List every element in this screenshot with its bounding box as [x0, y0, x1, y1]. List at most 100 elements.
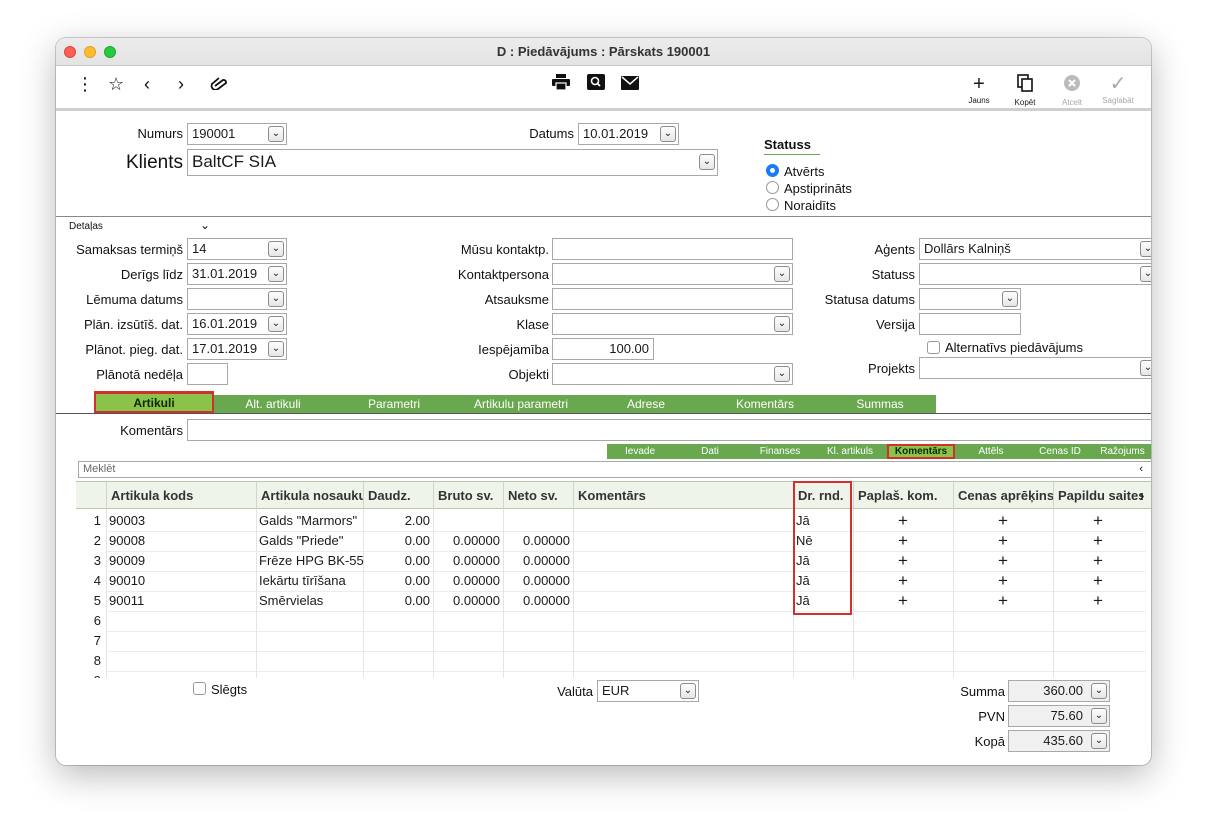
tab-parametri[interactable]: Parametri	[332, 395, 456, 413]
versija-field[interactable]	[919, 313, 1021, 335]
cell-neto[interactable]	[503, 511, 573, 531]
cell-neto[interactable]: 0.00000	[503, 591, 573, 611]
paplas-kom-add-icon[interactable]: +	[853, 531, 953, 551]
col-header[interactable]: Bruto sv.	[433, 482, 503, 510]
cell-kom[interactable]	[573, 571, 793, 591]
cancel-button[interactable]: Atcelt	[1050, 74, 1094, 107]
objekti-field[interactable]: ⌄	[552, 363, 793, 385]
chevron-down-icon[interactable]: ⌄	[680, 683, 696, 699]
alternative-offer-checkbox[interactable]	[927, 341, 940, 354]
iespejamiba-field[interactable]: 100.00	[552, 338, 654, 360]
cell-name[interactable]: Iekārtu tīrīšana	[256, 571, 363, 591]
chevron-down-icon[interactable]: ⌄	[268, 126, 284, 142]
paplas-kom-add-icon[interactable]: +	[853, 571, 953, 591]
subtab-komentars[interactable]: Komentārs	[887, 444, 955, 459]
projekts-field[interactable]: ⌄	[919, 357, 1151, 379]
cell-code[interactable]: 90010	[106, 571, 256, 591]
new-button[interactable]: + Jauns	[957, 74, 1001, 105]
cell-name[interactable]: Galds "Marmors"	[256, 511, 363, 531]
chevron-down-icon[interactable]: ⌄	[268, 291, 284, 307]
chevron-down-icon[interactable]: ⌄	[200, 218, 210, 232]
cell-neto[interactable]: 0.00000	[503, 571, 573, 591]
chevron-down-icon[interactable]: ⌄	[1140, 266, 1151, 282]
cell-kom[interactable]	[573, 511, 793, 531]
print-icon[interactable]	[552, 74, 570, 94]
cell-name[interactable]: Frēze HPG BK-55	[256, 551, 363, 571]
attachment-icon[interactable]	[210, 74, 228, 94]
col-header[interactable]: Neto sv.	[503, 482, 573, 510]
statusa-datums-field[interactable]: ⌄	[919, 288, 1021, 310]
copy-button[interactable]: Kopēt	[1003, 74, 1047, 107]
chevron-down-icon[interactable]: ⌄	[774, 316, 790, 332]
slegts-checkbox[interactable]	[193, 682, 206, 695]
chevron-down-icon[interactable]: ⌄	[268, 241, 284, 257]
tab-alt-artikuli[interactable]: Alt. artikuli	[214, 395, 332, 413]
planot-pieg-dat-field[interactable]: 17.01.2019 ⌄	[187, 338, 287, 360]
kontaktpersona-field[interactable]: ⌄	[552, 263, 793, 285]
col-header[interactable]: Daudz.	[363, 482, 433, 510]
tab-summas[interactable]: Summas	[824, 395, 936, 413]
cell-name[interactable]: Smērvielas	[256, 591, 363, 611]
comment-field[interactable]	[187, 419, 1151, 441]
derigs-lidz-field[interactable]: 31.01.2019 ⌄	[187, 263, 287, 285]
col-header[interactable]: Artikula nosaukums	[256, 482, 363, 510]
subtab-ievade[interactable]: Ievade	[607, 444, 673, 459]
cell-bruto[interactable]	[433, 511, 503, 531]
summa-field[interactable]: 360.00 ⌄	[1008, 680, 1110, 702]
paplas-kom-add-icon[interactable]: +	[853, 551, 953, 571]
cell-name[interactable]: Galds "Priede"	[256, 531, 363, 551]
numurs-field[interactable]: 190001 ⌄	[187, 123, 287, 145]
email-icon[interactable]	[621, 74, 639, 94]
cell-code[interactable]: 90003	[106, 511, 256, 531]
details-section-label[interactable]: Detaļas	[69, 221, 103, 232]
planota-nedela-field[interactable]	[187, 363, 228, 385]
cell-qty[interactable]: 0.00	[363, 571, 433, 591]
cell-qty[interactable]: 0.00	[363, 551, 433, 571]
cell-neto[interactable]: 0.00000	[503, 531, 573, 551]
col-header[interactable]: Artikula kods	[106, 482, 256, 510]
cell-kom[interactable]	[573, 531, 793, 551]
chevron-right-icon[interactable]: ›	[178, 74, 184, 94]
subtab-kl-artikuls[interactable]: Kl. artikuls	[813, 444, 887, 459]
col-header[interactable]: Komentārs	[573, 482, 793, 510]
chevron-down-icon[interactable]: ⌄	[774, 266, 790, 282]
kopa-field[interactable]: 435.60 ⌄	[1008, 730, 1110, 752]
status-radio-atverts[interactable]	[766, 164, 779, 177]
cell-kom[interactable]	[573, 551, 793, 571]
subtab-dati[interactable]: Dati	[673, 444, 747, 459]
cell-kom[interactable]	[573, 591, 793, 611]
chevron-down-icon[interactable]: ⌄	[268, 341, 284, 357]
chevron-down-icon[interactable]: ⌄	[1091, 708, 1107, 724]
cenas-aprekins-add-icon[interactable]: +	[953, 531, 1053, 551]
save-button[interactable]: ✓ Saglabāt	[1096, 74, 1140, 105]
samaksas-termins-field[interactable]: 14 ⌄	[187, 238, 287, 260]
cenas-aprekins-add-icon[interactable]: +	[953, 571, 1053, 591]
paplas-kom-add-icon[interactable]: +	[853, 511, 953, 531]
chevron-down-icon[interactable]: ⌄	[1091, 733, 1107, 749]
klase-field[interactable]: ⌄	[552, 313, 793, 335]
valuta-field[interactable]: EUR ⌄	[597, 680, 699, 702]
chevron-down-icon[interactable]: ⌄	[774, 366, 790, 382]
cell-code[interactable]: 90008	[106, 531, 256, 551]
cell-bruto[interactable]: 0.00000	[433, 531, 503, 551]
status-radio-noraidits[interactable]	[766, 198, 779, 211]
chevron-down-icon[interactable]: ⌄	[268, 266, 284, 282]
subtab-cenas-id[interactable]: Cenas ID	[1027, 444, 1093, 459]
status-radio-apstiprinats[interactable]	[766, 181, 779, 194]
cell-bruto[interactable]: 0.00000	[433, 571, 503, 591]
papildu-saites-add-icon[interactable]: +	[1053, 571, 1143, 591]
more-vertical-icon[interactable]: ⋮	[76, 74, 94, 94]
cell-neto[interactable]: 0.00000	[503, 551, 573, 571]
cenas-aprekins-add-icon[interactable]: +	[953, 551, 1053, 571]
subtab-attels[interactable]: Attēls	[955, 444, 1027, 459]
papildu-saites-add-icon[interactable]: +	[1053, 511, 1143, 531]
plan-izsutis-dat-field[interactable]: 16.01.2019 ⌄	[187, 313, 287, 335]
chevron-left-icon[interactable]: ‹	[144, 74, 150, 94]
scroll-left-icon[interactable]: ‹	[1139, 462, 1143, 477]
chevron-down-icon[interactable]: ⌄	[1140, 360, 1151, 376]
preview-icon[interactable]	[587, 74, 605, 94]
cell-bruto[interactable]: 0.00000	[433, 551, 503, 571]
chevron-right-icon[interactable]: ›	[1140, 488, 1144, 503]
cell-code[interactable]: 90009	[106, 551, 256, 571]
col-header[interactable]: Papildu saites	[1053, 482, 1143, 510]
